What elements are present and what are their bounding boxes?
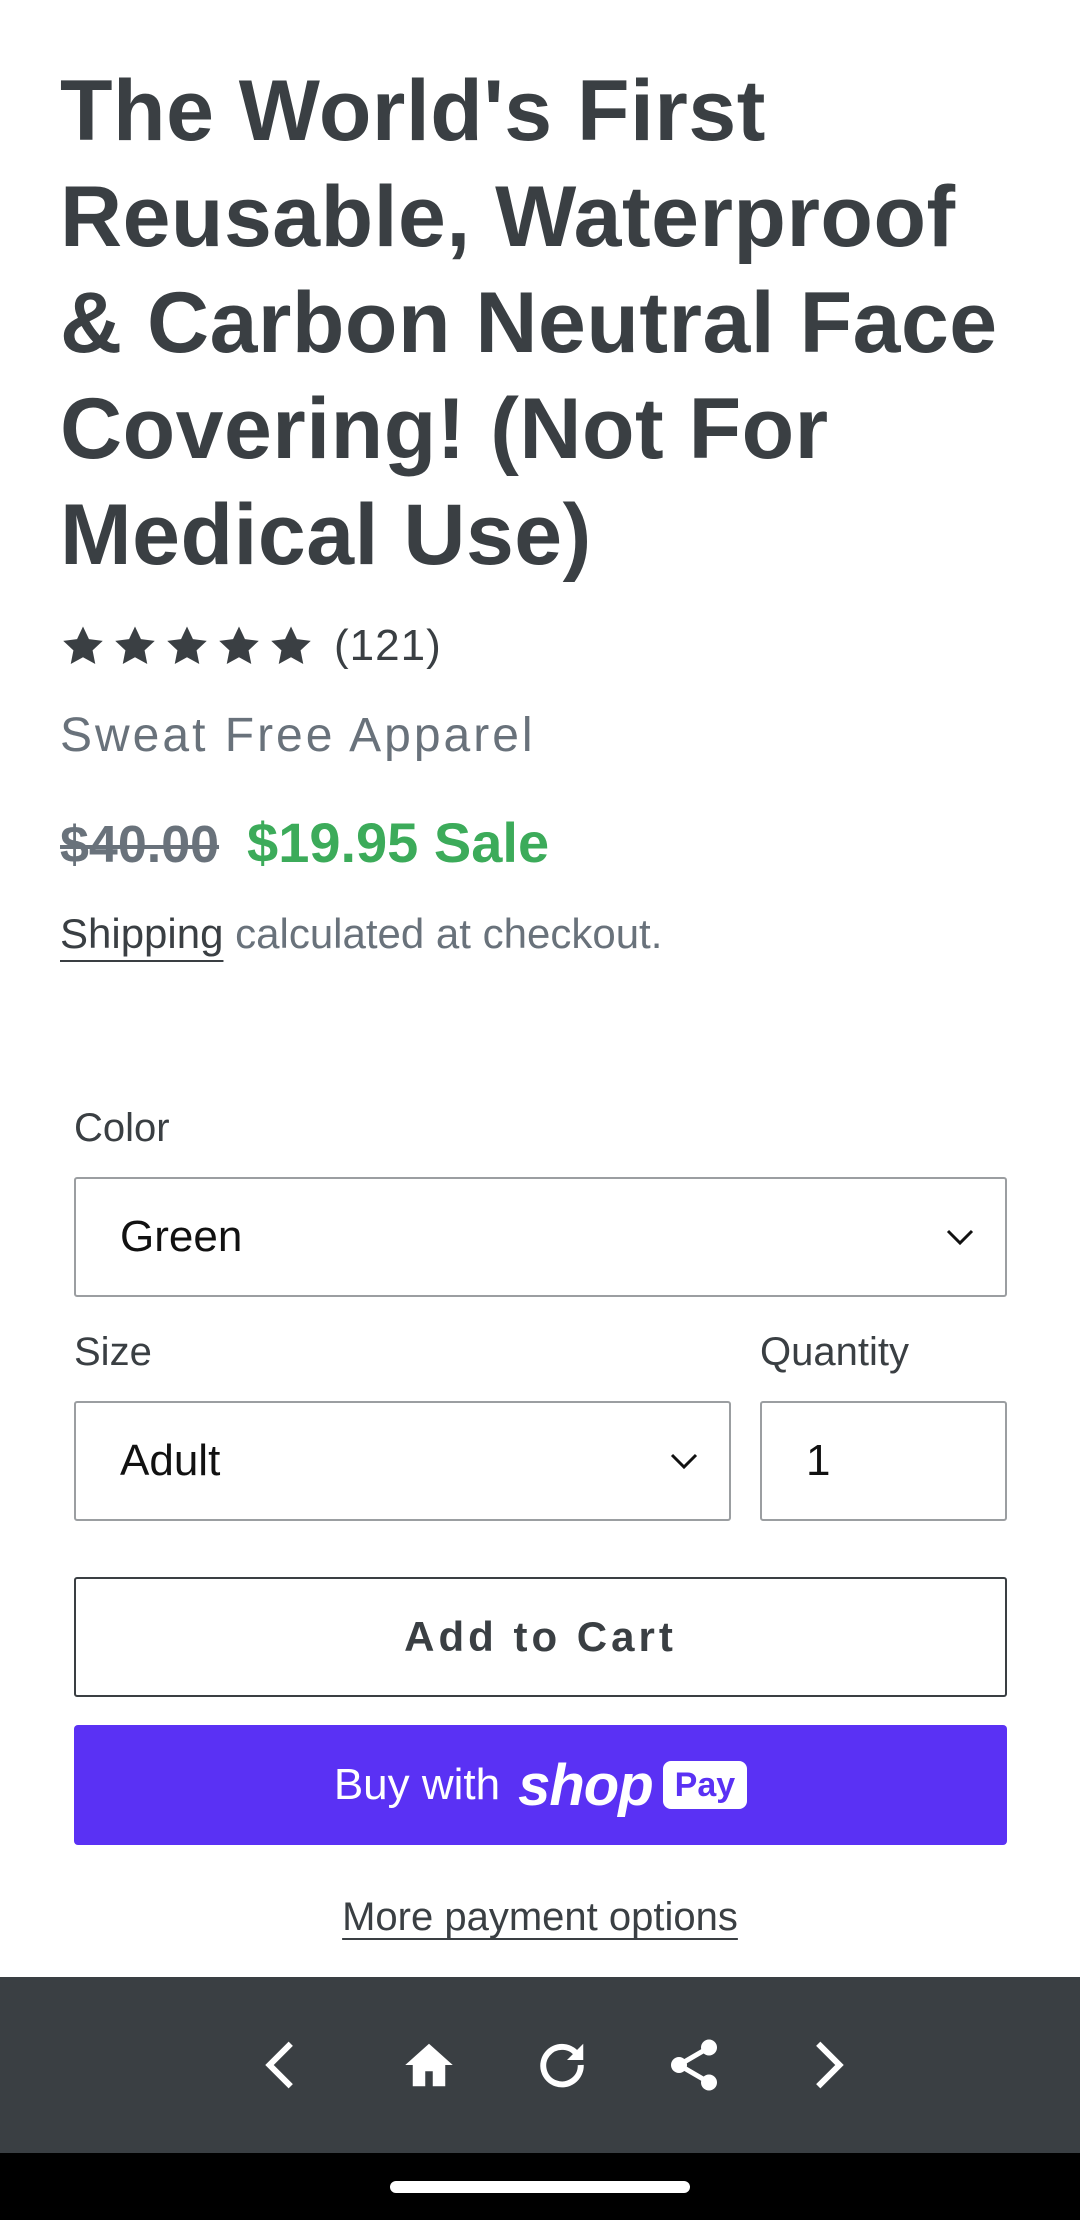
star-icon [60, 623, 106, 669]
rating-count: (121) [334, 621, 442, 670]
more-payment-options-wrapper: More payment options [0, 1895, 1080, 1940]
vendor-name: Sweat Free Apparel [60, 709, 536, 762]
quantity-input[interactable] [760, 1401, 1007, 1521]
shipping-link[interactable]: Shipping [60, 910, 223, 957]
chevron-down-icon [945, 1227, 975, 1247]
more-payment-options-link[interactable]: More payment options [342, 1895, 738, 1939]
color-select-value: Green [120, 1212, 243, 1261]
forward-icon[interactable] [792, 2030, 862, 2100]
back-icon[interactable] [247, 2030, 317, 2100]
star-icon [216, 623, 262, 669]
chevron-down-icon [669, 1451, 699, 1471]
shipping-text: calculated at checkout. [223, 910, 663, 957]
browser-nav-bar [0, 1977, 1080, 2153]
buy-with-text: Buy with [333, 1760, 501, 1809]
size-select-value: Adult [120, 1436, 221, 1485]
color-select[interactable]: Green [74, 1177, 1007, 1297]
shop-pay-button[interactable]: Buy with shop Pay [74, 1725, 1007, 1845]
shop-logo: shop [518, 1752, 654, 1818]
sale-price: $19.95 Sale [247, 811, 550, 874]
home-icon[interactable] [394, 2030, 464, 2100]
star-icon [164, 623, 210, 669]
star-icon [268, 623, 314, 669]
reload-icon[interactable] [527, 2030, 597, 2100]
pay-badge: Pay [662, 1761, 748, 1809]
product-rating[interactable]: (121) [60, 615, 442, 677]
home-gesture-pill[interactable] [390, 2181, 690, 2193]
compare-price: $40.00 [60, 816, 220, 874]
add-to-cart-button[interactable]: Add to Cart [74, 1577, 1007, 1697]
system-gesture-bar [0, 2153, 1080, 2220]
price-row: $40.00 $19.95 Sale [60, 810, 549, 875]
rating-stars [60, 623, 320, 669]
color-label: Color [74, 1106, 170, 1150]
share-icon[interactable] [659, 2030, 729, 2100]
product-title: The World's First Reusable, Waterproof &… [60, 63, 998, 583]
shipping-note: Shipping calculated at checkout. [60, 910, 662, 958]
size-label: Size [74, 1330, 152, 1374]
quantity-label: Quantity [760, 1330, 909, 1374]
size-select[interactable]: Adult [74, 1401, 731, 1521]
star-icon [112, 623, 158, 669]
